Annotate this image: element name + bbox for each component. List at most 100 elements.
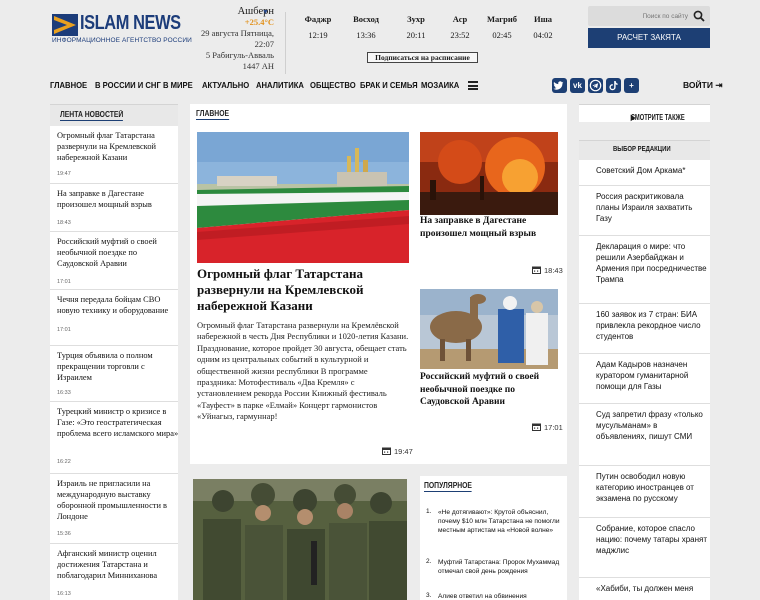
list-item[interactable]: Россия раскритиковала планы Израиля захв… — [579, 186, 710, 236]
prayer-times: Фаджр 12:19 Восход 13:36 Зухр 20:11 Аср 23:5… — [298, 14, 553, 46]
popular-rank: 1. — [426, 508, 432, 515]
list-item[interactable]: «Хабиби, ты должен меня — [579, 578, 710, 600]
mufti-with-camel-photo[interactable] — [420, 289, 558, 369]
login-icon: ⇥ — [715, 80, 723, 90]
timestamp: 18:43 — [532, 266, 563, 275]
site-header: ISLAM NEWS ИНФОРМАЦИОННОЕ АГЕНТСТВО РОСС… — [0, 0, 760, 103]
list-item[interactable]: 3. Алиев ответил на обвинения — [426, 592, 566, 600]
prayer-dhuhr: Зухр 20:11 — [406, 14, 426, 40]
nav-item-society[interactable]: ОБЩЕСТВО — [310, 80, 356, 90]
popular-title: ПОПУЛЯРНОЕ — [424, 481, 472, 492]
nav-item-world[interactable]: В МИРЕ — [163, 80, 193, 90]
popular-title-link[interactable]: Алиев ответил на обвинения — [438, 592, 566, 600]
chevron-down-icon[interactable]: ▼ — [262, 9, 269, 16]
search-input[interactable] — [592, 9, 688, 23]
tatarstan-flag-photo[interactable] — [197, 132, 409, 263]
editors-choice: ВЫБОР РЕДАКЦИИ Советский Дом Аркама* Рос… — [579, 140, 710, 600]
logo-tagline: ИНФОРМАЦИОННОЕ АГЕНТСТВО РОССИИ — [52, 37, 192, 44]
feed-item[interactable]: На заправке в Дагестане произошел мощный… — [50, 184, 178, 232]
popular-title-link[interactable]: «Не дотягивают»: Крутой объяснил, почему… — [438, 508, 566, 535]
zakat-calculator-button[interactable]: РАСЧЕТ ЗАКЯТА — [588, 28, 710, 48]
feed-item-time: 16:33 — [57, 390, 71, 396]
feed-item-time: 15:36 — [57, 531, 71, 537]
search-icon[interactable] — [693, 10, 705, 22]
prayer-sunrise: Восход 13:36 — [353, 14, 379, 40]
feed-header: ЛЕНТА НОВОСТЕЙ — [50, 104, 178, 126]
feed-item[interactable]: Чечня передала бойцам СВО новую технику … — [50, 290, 178, 346]
lead-headline[interactable]: Огромный флаг Татарстана развернули на К… — [197, 266, 407, 314]
feed-item[interactable]: Израиль не пригласили на международную в… — [50, 474, 178, 544]
site-logo[interactable]: ISLAM NEWS ИНФОРМАЦИОННОЕ АГЕНТСТВО РОСС… — [52, 12, 192, 48]
editors-choice-title: ВЫБОР РЕДАКЦИИ — [613, 146, 671, 153]
feed-item[interactable]: Турецкий министр о кризисе в Газе: «Это … — [50, 402, 178, 474]
list-item[interactable]: Собрание, которое спасло нацию: почему т… — [579, 518, 710, 578]
list-item[interactable]: Суд запретил фразу «только мусульманам» … — [579, 404, 710, 466]
feed-item-time: 19:47 — [57, 171, 71, 177]
main-nav: ГЛАВНОЕ В РОССИИ И СНГ В МИРЕ АКТУАЛЬНО … — [50, 74, 722, 96]
feed-title: ЛЕНТА НОВОСТЕЙ — [60, 110, 124, 121]
popular-rank: 2. — [426, 558, 432, 565]
feed-item-title[interactable]: Огромный флаг Татарстана развернули на К… — [57, 130, 179, 163]
calendar-icon — [532, 266, 541, 274]
more-social-icon[interactable]: + — [624, 78, 639, 93]
menu-icon[interactable] — [468, 81, 478, 90]
gas-station-explosion-photo[interactable] — [420, 132, 558, 215]
play-icon: ▶ — [630, 113, 636, 122]
main-news-block: ГЛАВНОЕ Огромный флаг Татарстана разверн… — [190, 104, 567, 464]
login-button[interactable]: ВОЙТИ ⇥ — [683, 80, 722, 91]
telegram-icon[interactable] — [588, 78, 603, 93]
hijri-date: 5 Рабигуль-Авваль 1447 АН — [205, 50, 274, 71]
list-item[interactable]: 2. Муфтий Татарстана: Пророк Мухаммад от… — [426, 558, 566, 586]
news-feed: ЛЕНТА НОВОСТЕЙ Огромный флаг Татарстана … — [50, 104, 178, 600]
feed-item-title[interactable]: Израиль не пригласили на международную в… — [57, 478, 179, 522]
prayer-fajr: Фаджр 12:19 — [304, 14, 332, 40]
feed-item[interactable]: Турция объявила о полном прекращении тор… — [50, 346, 178, 402]
feed-item-title[interactable]: Афганский министр оценил достижения Тата… — [57, 548, 179, 581]
nav-item-actual[interactable]: АКТУАЛЬНО — [202, 80, 249, 90]
nav-item-main[interactable]: ГЛАВНОЕ — [50, 80, 87, 90]
nav-item-analytics[interactable]: АНАЛИТИКА — [256, 80, 304, 90]
search-box — [588, 6, 710, 26]
current-date: 29 августа Пятница, 22:07 — [201, 28, 274, 49]
feed-item-title[interactable]: Чечня передала бойцам СВО новую технику … — [57, 294, 179, 316]
feed-item-title[interactable]: Турция объявила о полном прекращении тор… — [57, 350, 179, 383]
feed-item-title[interactable]: Турецкий министр о кризисе в Газе: «Это … — [57, 406, 179, 439]
timestamp: 17:01 — [532, 423, 563, 432]
tiktok-icon[interactable] — [606, 78, 621, 93]
feed-item-time: 16:22 — [57, 459, 71, 465]
list-item[interactable]: Адам Кадыров назначен куратором гуманита… — [579, 354, 710, 404]
subscribe-schedule-button[interactable]: Подписаться на расписание — [367, 52, 478, 63]
twitter-icon[interactable] — [552, 78, 567, 93]
list-item[interactable]: 1. «Не дотягивают»: Крутой объяснил, поч… — [426, 508, 566, 552]
timestamp: 19:47 — [382, 447, 413, 456]
feed-item-title[interactable]: Российский муфтий о своей необычной поез… — [57, 236, 179, 269]
nav-item-mosaic[interactable]: МОЗАИКА — [421, 80, 459, 90]
lead-text: Огромный флаг Татарстана развернули на К… — [197, 320, 409, 422]
nav-item-russia[interactable]: В РОССИИ И СНГ — [95, 80, 161, 90]
list-item[interactable]: Декларация о мире: что решили Азербайджа… — [579, 236, 710, 304]
see-also-button[interactable]: СМОТРИТЕ ТАКЖЕ ▶ — [579, 104, 710, 122]
weather-temperature: +25.4°C — [244, 17, 274, 27]
popular-title-link[interactable]: Муфтий Татарстана: Пророк Мухаммад отмеч… — [438, 558, 566, 576]
logo-wordmark: ISLAM NEWS — [80, 12, 181, 34]
feed-item[interactable]: Огромный флаг Татарстана развернули на К… — [50, 126, 178, 184]
soldiers-photo[interactable] — [193, 479, 407, 600]
side-headline[interactable]: На заправке в Дагестане произошел мощный… — [420, 215, 560, 240]
feed-item-title[interactable]: На заправке в Дагестане произошел мощный… — [57, 188, 179, 210]
popular-block: ПОПУЛЯРНОЕ 1. «Не дотягивают»: Крутой об… — [420, 476, 567, 600]
main-section-title: ГЛАВНОЕ — [196, 109, 230, 120]
list-item[interactable]: Советский Дом Аркама* — [579, 160, 710, 186]
list-item[interactable]: 160 заявок из 7 стран: БИА привлекла рек… — [579, 304, 710, 354]
feed-item-time: 16:13 — [57, 591, 71, 597]
feed-item[interactable]: Российский муфтий о своей необычной поез… — [50, 232, 178, 290]
prayer-isha: Иша 04:02 — [533, 14, 553, 40]
side-headline[interactable]: Российский муфтий о своей необычной поез… — [420, 371, 560, 409]
vk-icon[interactable]: vk — [570, 78, 585, 93]
list-item[interactable]: Путин освободил новую категорию иностран… — [579, 466, 710, 518]
feed-item-time: 17:01 — [57, 279, 71, 285]
logo-flag-icon — [52, 14, 78, 36]
calendar-icon — [382, 447, 391, 455]
nav-item-family[interactable]: БРАК И СЕМЬЯ — [360, 80, 418, 90]
feed-item[interactable]: Афганский министр оценил достижения Тата… — [50, 544, 178, 600]
editors-choice-header: ВЫБОР РЕДАКЦИИ — [579, 140, 710, 160]
